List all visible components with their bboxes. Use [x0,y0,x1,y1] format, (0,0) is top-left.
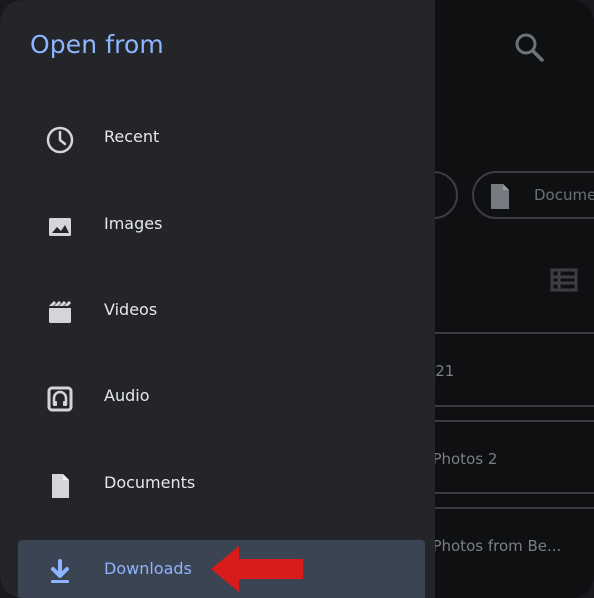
document-icon [491,184,509,209]
drawer-item-label: Recent [104,127,160,146]
annotation-arrow-icon [211,546,303,592]
drawer-item-documents[interactable]: Documents [18,454,425,516]
search-icon[interactable] [512,30,546,64]
drawer-item-recent[interactable]: Recent [18,108,425,170]
open-from-drawer: Open from Recent Images Videos Audio Doc… [0,0,435,598]
drawer-item-label: Documents [104,473,196,492]
app-frame: Docume st_21 ıd Photos 2 ıd Photos from … [0,0,594,598]
drawer-item-images[interactable]: Images [18,195,425,257]
drawer-item-videos[interactable]: Videos [18,281,425,343]
clock-icon [46,126,74,154]
document-icon [52,474,69,498]
drawer-item-label: Downloads [104,559,192,578]
filter-chip-documents[interactable]: Docume [472,171,594,219]
chip-label: Docume [534,186,594,204]
drawer-item-label: Images [104,214,163,233]
headphones-icon [47,386,73,412]
download-icon [51,559,69,583]
list-view-icon[interactable] [550,268,578,292]
video-icon [48,300,72,323]
drawer-item-label: Audio [104,386,150,405]
image-icon [49,218,71,236]
drawer-item-label: Videos [104,300,158,319]
drawer-title: Open from [30,30,164,59]
file-row-name[interactable]: ıd Photos from Be... [414,537,561,555]
drawer-item-audio[interactable]: Audio [18,367,425,429]
